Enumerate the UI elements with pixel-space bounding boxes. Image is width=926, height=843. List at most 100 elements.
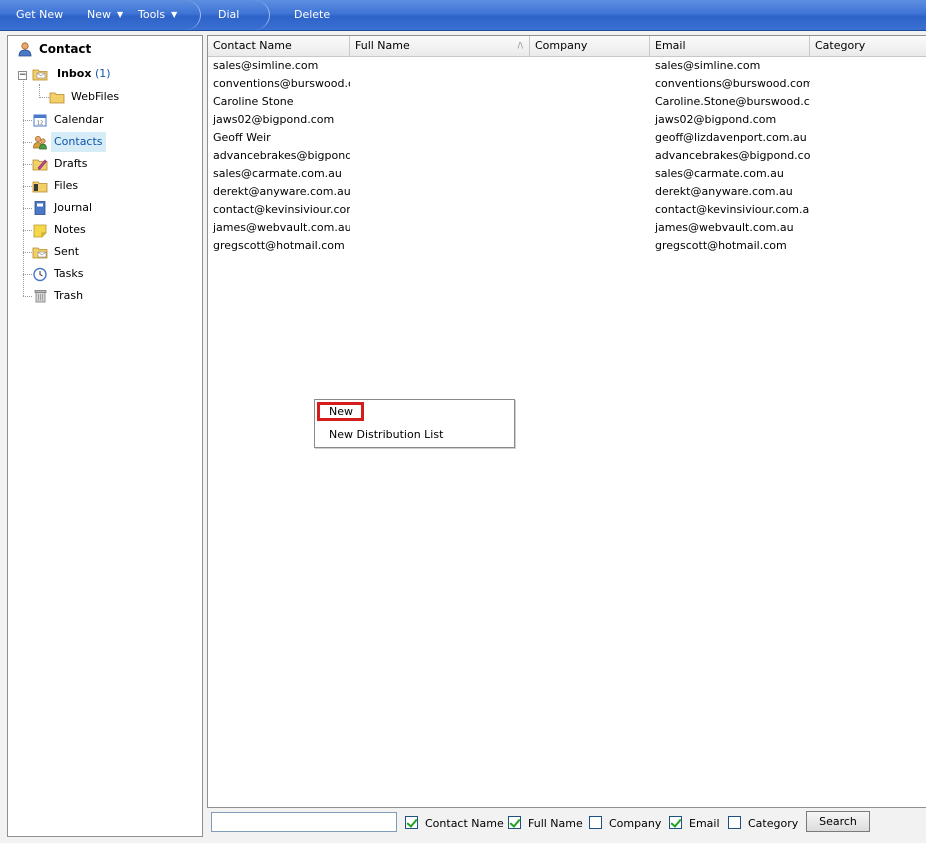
cell-email: derekt@anyware.com.au (655, 185, 793, 198)
cell-contact-name: advancebrakes@bigpond.cc (213, 149, 350, 162)
column-header-label: Full Name (355, 39, 410, 52)
cell-email: contact@kevinsiviour.com.au (655, 203, 810, 216)
delete-label: Delete (294, 8, 331, 21)
tree-line (23, 230, 32, 231)
cell-email: gregscott@hotmail.com (655, 239, 787, 252)
column-header-company[interactable]: Company (530, 36, 650, 56)
column-header-label: Email (655, 39, 686, 52)
tree-line (23, 142, 32, 143)
table-row[interactable]: jaws02@bigpond.com jaws02@bigpond.com (208, 111, 926, 129)
cell-contact-name: Geoff Weir (213, 131, 271, 144)
column-header-full-name[interactable]: Full Name /\ (350, 36, 530, 56)
column-header-contact-name[interactable]: Contact Name (208, 36, 350, 56)
inbox-folder-icon (32, 69, 48, 81)
table-row[interactable]: gregscott@hotmail.com gregscott@hotmail.c… (208, 237, 926, 255)
nav-item-label: Trash (54, 289, 84, 302)
search-button[interactable]: Search (806, 811, 870, 832)
context-menu-item-new[interactable]: New (329, 403, 353, 421)
cell-email: geoff@lizdavenport.com.au (655, 131, 807, 144)
contact-person-icon (18, 42, 32, 57)
column-header-label: Contact Name (213, 39, 292, 52)
tree-line (39, 84, 40, 98)
dial-button[interactable]: Dial (218, 0, 239, 30)
contact-name-checkbox[interactable] (405, 816, 418, 829)
checkbox-label: Contact Name (425, 817, 504, 830)
email-checkbox[interactable] (669, 816, 682, 829)
checkbox-label: Email (689, 817, 720, 830)
toolbar: Get New New ▼ Tools ▼ Dial Delete (0, 0, 926, 31)
table-row[interactable]: james@webvault.com.au james@webvault.com.… (208, 219, 926, 237)
trash-icon (34, 290, 47, 303)
toolbar-separator (241, 0, 270, 30)
cell-contact-name: conventions@burswood.com (213, 77, 350, 90)
full-name-checkbox[interactable] (508, 816, 521, 829)
nav-item-label: Calendar (54, 113, 104, 126)
table-row[interactable]: derekt@anyware.com.au derekt@anyware.com.… (208, 183, 926, 201)
get-new-label: Get New (16, 8, 64, 21)
tree-line (23, 208, 32, 209)
nav-title-text: Contact (39, 42, 92, 56)
company-checkbox[interactable] (589, 816, 602, 829)
cell-contact-name: Caroline Stone (213, 95, 294, 108)
cell-email: sales@carmate.com.au (655, 167, 784, 180)
delete-button[interactable]: Delete (294, 0, 330, 30)
contacts-icon (33, 136, 47, 150)
nav-item-label: Contacts (51, 132, 106, 152)
cell-contact-name: sales@simline.com (213, 59, 319, 72)
nav-item-label: Files (54, 179, 79, 192)
sort-ascending-icon: /\ (517, 41, 523, 50)
cell-contact-name: gregscott@hotmail.com (213, 239, 345, 252)
tree-line (23, 252, 32, 253)
folder-icon (49, 92, 65, 104)
files-folder-icon (32, 181, 48, 193)
tree-line (23, 296, 32, 297)
sent-folder-icon (32, 247, 48, 259)
table-row[interactable]: Geoff Weir geoff@lizdavenport.com.au (208, 129, 926, 147)
svg-text:12: 12 (37, 121, 43, 127)
table-row[interactable]: conventions@burswood.com conventions@burs… (208, 75, 926, 93)
category-checkbox[interactable] (728, 816, 741, 829)
cell-email: james@webvault.com.au (655, 221, 794, 234)
checkbox-label: Full Name (528, 817, 583, 830)
inbox-count: (1) (94, 67, 111, 80)
journal-icon (34, 201, 46, 215)
context-menu: New New Distribution List (314, 399, 515, 448)
nav-item-label: Tasks (54, 267, 84, 280)
column-header-label: Category (815, 39, 866, 52)
search-input[interactable] (211, 812, 397, 832)
table-row[interactable]: sales@simline.com sales@simline.com (208, 57, 926, 75)
tree-line (23, 120, 32, 121)
folder-tree-panel: Contact − Inbox (1) WebFiles 12 Calendar… (7, 35, 203, 837)
nav-item-label: Journal (54, 201, 93, 214)
nav-item-label: Notes (54, 223, 86, 236)
toolbar-separator (172, 0, 201, 30)
inbox-label: Inbox (57, 67, 92, 80)
collapse-toggle[interactable]: − (18, 71, 27, 80)
nav-item-label: Sent (54, 245, 80, 258)
cell-email: conventions@burswood.com.au (655, 77, 810, 90)
tree-line (23, 186, 32, 187)
column-header-label: Company (535, 39, 588, 52)
drafts-icon (32, 159, 48, 171)
table-row[interactable]: sales@carmate.com.au sales@carmate.com.au (208, 165, 926, 183)
table-row[interactable]: advancebrakes@bigpond.cc advancebrakes@bi… (208, 147, 926, 165)
dial-label: Dial (218, 8, 240, 21)
new-menu-button[interactable]: New ▼ (87, 0, 123, 30)
tools-label: Tools (138, 8, 166, 21)
new-label: New (87, 8, 111, 21)
cell-contact-name: contact@kevinsiviour.com.a (213, 203, 350, 216)
cell-email: jaws02@bigpond.com (655, 113, 777, 126)
column-header-email[interactable]: Email (650, 36, 810, 56)
table-row[interactable]: Caroline Stone Caroline.Stone@burswood.co… (208, 93, 926, 111)
cell-email: advancebrakes@bigpond.com (655, 149, 810, 162)
context-menu-item-new-distribution-list[interactable]: New Distribution List (329, 426, 443, 444)
nav-item-label: Drafts (54, 157, 88, 170)
cell-email: Caroline.Stone@burswood.com. (655, 95, 810, 108)
column-header-category[interactable]: Category (810, 36, 926, 56)
notes-icon (33, 224, 47, 238)
tasks-clock-icon (33, 267, 47, 282)
table-row[interactable]: contact@kevinsiviour.com.a contact@kevins… (208, 201, 926, 219)
get-new-button[interactable]: Get New (16, 0, 63, 30)
chevron-down-icon: ▼ (117, 10, 124, 19)
calendar-icon: 12 (33, 114, 47, 127)
